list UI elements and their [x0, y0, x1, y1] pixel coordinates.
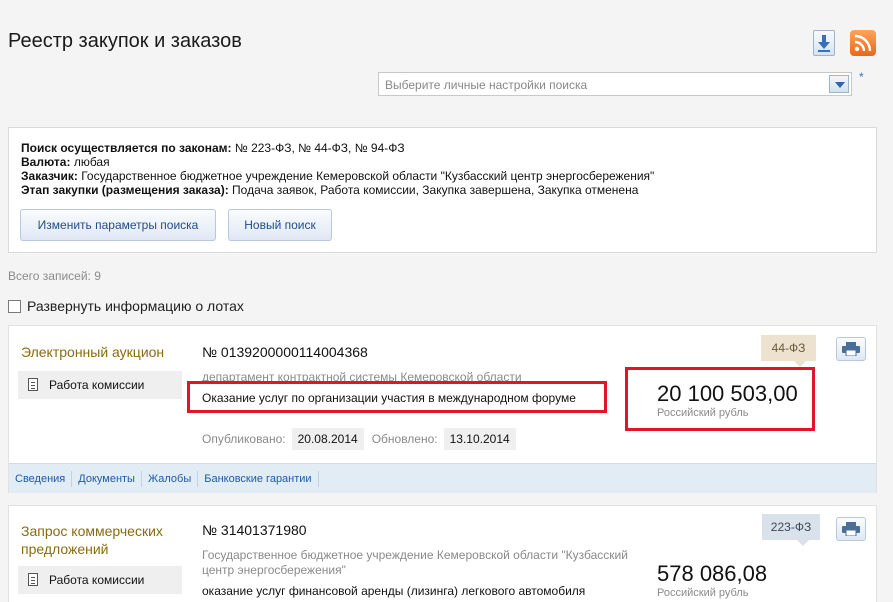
record-type-link[interactable]: Электронный аукцион — [21, 343, 164, 361]
expand-lots-label[interactable]: Развернуть информацию о лотах — [27, 298, 244, 314]
record-status-label: Работа комиссии — [49, 573, 145, 587]
criteria-stage: Этап закупки (размещения заказа): Подача… — [21, 183, 638, 197]
criteria-laws: Поиск осуществляется по законам: № 223-Ф… — [21, 141, 405, 155]
record-tabs: Сведения Документы Жалобы Банковские гар… — [9, 463, 876, 493]
settings-star-link[interactable]: * — [859, 70, 864, 84]
record-type-line1[interactable]: Запрос коммерческих — [21, 522, 163, 540]
criteria-currency-label: Валюта: — [21, 155, 71, 169]
search-settings-placeholder: Выберите личные настройки поиска — [385, 78, 588, 92]
criteria-stage-value: Подача заявок, Работа комиссии, Закупка … — [232, 183, 639, 197]
record-card: Запрос коммерческих предложений Работа к… — [8, 505, 877, 602]
printer-icon — [842, 342, 860, 356]
change-search-button[interactable]: Изменить параметры поиска — [20, 209, 216, 241]
record-status: Работа комиссии — [18, 371, 182, 399]
tab-complaints[interactable]: Жалобы — [142, 470, 199, 487]
published-date: 20.08.2014 — [291, 428, 364, 450]
law-badge: 223-ФЗ — [762, 514, 820, 546]
total-records: Всего записей: 9 — [8, 269, 101, 283]
criteria-customer: Заказчик: Государственное бюджетное учре… — [21, 169, 654, 183]
document-icon — [28, 573, 38, 586]
search-settings-select[interactable]: Выберите личные настройки поиска — [378, 72, 852, 96]
chevron-down-icon[interactable] — [829, 75, 849, 93]
document-icon — [28, 378, 38, 391]
download-icon — [818, 35, 830, 52]
new-search-button[interactable]: Новый поиск — [228, 209, 332, 241]
download-button[interactable] — [813, 30, 835, 56]
rss-button[interactable] — [850, 30, 876, 56]
record-dates: Опубликовано: 20.08.2014 Обновлено: 13.1… — [202, 428, 524, 450]
record-subject: оказание услуг финансовой аренды (лизинг… — [202, 584, 586, 598]
record-card: Электронный аукцион Работа комиссии № 01… — [8, 325, 877, 493]
record-type-link[interactable]: Запрос коммерческих предложений — [21, 522, 163, 558]
print-button[interactable] — [836, 337, 866, 361]
criteria-customer-value: Государственное бюджетное учреждение Кем… — [81, 169, 655, 183]
record-status-label: Работа комиссии — [49, 378, 145, 392]
published-label: Опубликовано: — [202, 432, 286, 446]
criteria-laws-value: № 223-ФЗ, № 44-ФЗ, № 94-ФЗ — [234, 141, 405, 155]
criteria-customer-label: Заказчик: — [21, 169, 78, 183]
record-currency: Российский рубль — [657, 587, 749, 599]
expand-lots-toggle[interactable]: Развернуть информацию о лотах — [8, 298, 244, 314]
record-number-link[interactable]: № 31401371980 — [202, 522, 307, 538]
search-criteria-panel: Поиск осуществляется по законам: № 223-Ф… — [8, 127, 877, 253]
printer-icon — [842, 522, 860, 536]
criteria-stage-label: Этап закупки (размещения заказа): — [21, 183, 229, 197]
page-title: Реестр закупок и заказов — [8, 30, 242, 52]
record-price: 578 086,08 — [657, 561, 768, 586]
subject-highlight-box — [187, 381, 607, 413]
record-organization-line1: Государственное бюджетное учреждение Кем… — [202, 548, 628, 562]
criteria-laws-label: Поиск осуществляется по законам: — [21, 141, 232, 155]
record-type-line2[interactable]: предложений — [21, 540, 163, 558]
print-button[interactable] — [836, 517, 866, 541]
record-organization-line2: центр энергосбережения" — [202, 563, 346, 577]
law-badge: 44-ФЗ — [761, 335, 816, 367]
expand-lots-checkbox[interactable] — [8, 299, 21, 313]
tab-bank-guarantees[interactable]: Банковские гарантии — [198, 470, 319, 487]
updated-date: 13.10.2014 — [443, 428, 516, 450]
tab-documents[interactable]: Документы — [72, 470, 142, 487]
record-status: Работа комиссии — [18, 566, 182, 594]
rss-icon — [854, 34, 872, 52]
criteria-currency: Валюта: любая — [21, 155, 110, 169]
updated-label: Обновлено: — [371, 432, 438, 446]
record-number-link[interactable]: № 0139200000114004368 — [202, 344, 368, 360]
tab-details[interactable]: Сведения — [9, 470, 73, 487]
record-organization: Государственное бюджетное учреждение Кем… — [202, 548, 628, 578]
criteria-currency-value: любая — [73, 155, 110, 169]
price-highlight-box — [625, 367, 815, 431]
